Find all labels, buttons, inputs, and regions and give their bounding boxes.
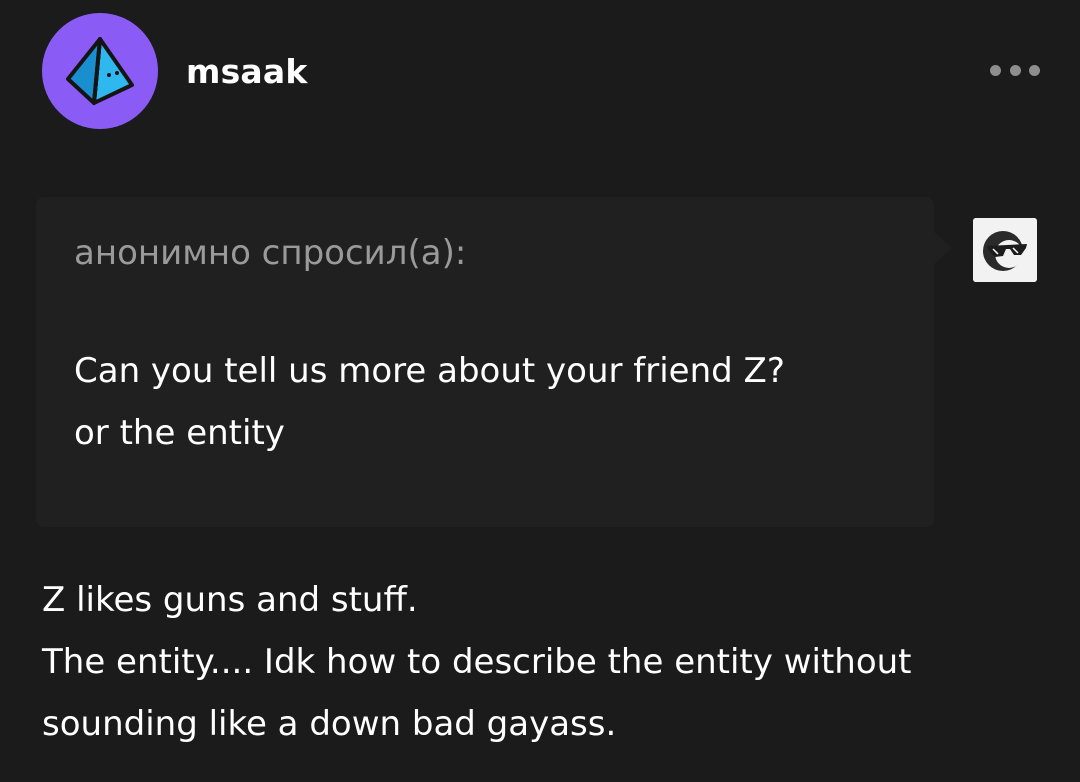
more-dot: [1029, 64, 1040, 76]
pyramid-avatar-icon: [66, 37, 134, 105]
question-text: Can you tell us more about your friend Z…: [74, 340, 914, 464]
question-line: Can you tell us more about your friend Z…: [74, 351, 785, 391]
anonymous-sunglasses-icon: [973, 218, 1037, 282]
post-card: msaak анонимно спросил(а): Can you tell …: [0, 0, 1080, 782]
answer-line: sounding like a down bad gayass.: [42, 704, 617, 744]
asker-avatar: [973, 218, 1037, 282]
asker-label: анонимно спросил(а):: [74, 233, 467, 273]
author-avatar[interactable]: [42, 13, 158, 129]
more-options-icon[interactable]: [990, 58, 1040, 82]
question-line: or the entity: [74, 413, 285, 453]
more-dot: [1009, 64, 1021, 76]
ask-bubble-tail: [934, 232, 952, 264]
author-username[interactable]: msaak: [186, 50, 308, 94]
answer-line: Z likes guns and stuff.: [42, 580, 418, 620]
answer-line: The entity.... Idk how to describe the e…: [42, 642, 912, 682]
answer-text: Z likes guns and stuff. The entity.... I…: [42, 569, 1062, 755]
more-dot: [990, 64, 1001, 76]
